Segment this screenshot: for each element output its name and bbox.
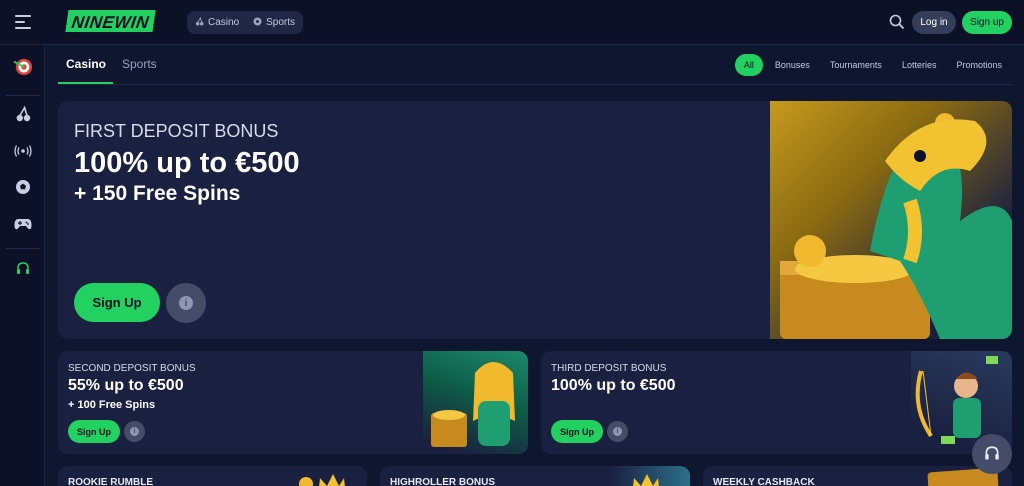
tab-sports[interactable]: Sports bbox=[122, 57, 157, 71]
live-broadcast-icon[interactable] bbox=[13, 141, 33, 161]
third-deposit-card[interactable]: THIRD DEPOSIT BONUS 100% up to €500 Sign… bbox=[541, 351, 1012, 454]
hero-info-button[interactable]: i bbox=[166, 283, 206, 323]
card-info-button[interactable]: i bbox=[607, 421, 628, 442]
card-info-button[interactable]: i bbox=[124, 421, 145, 442]
filter-bonuses[interactable]: Bonuses bbox=[765, 54, 820, 76]
promo-card-rookie-rumble[interactable]: ROOKIE RUMBLE bbox=[58, 466, 367, 486]
signup-button[interactable]: Sign up bbox=[962, 11, 1012, 34]
login-button[interactable]: Log in bbox=[912, 11, 956, 34]
sidebar-divider bbox=[6, 248, 40, 249]
search-icon[interactable] bbox=[889, 14, 905, 30]
menu-icon[interactable] bbox=[15, 15, 31, 29]
filter-tournaments[interactable]: Tournaments bbox=[820, 54, 892, 76]
second-deposit-card[interactable]: SECOND DEPOSIT BONUS 55% up to €500 + 10… bbox=[58, 351, 528, 454]
card-title: 100% up to €500 bbox=[551, 377, 676, 394]
gamepad-icon[interactable] bbox=[13, 214, 33, 234]
hero-title: 100% up to €500 bbox=[74, 147, 300, 179]
hero-banner: FIRST DEPOSIT BONUS 100% up to €500 + 15… bbox=[58, 101, 1012, 339]
hero-signup-button[interactable]: Sign Up bbox=[74, 283, 160, 322]
highroller-illustration bbox=[610, 466, 690, 486]
tab-divider bbox=[58, 84, 1013, 85]
promo-card-title: ROOKIE RUMBLE bbox=[68, 477, 153, 486]
promo-card-weekly-cashback[interactable]: WEEKLY CASHBACK bbox=[703, 466, 1012, 486]
soccer-ball-icon[interactable] bbox=[13, 177, 33, 197]
promo-card-highroller[interactable]: HIGHROLLER BONUS bbox=[380, 466, 690, 486]
card-kicker: THIRD DEPOSIT BONUS bbox=[551, 363, 667, 374]
sidebar bbox=[0, 45, 45, 486]
sidebar-divider bbox=[6, 95, 40, 96]
top-nav-casino-label: Casino bbox=[208, 17, 240, 28]
info-icon: i bbox=[613, 427, 622, 436]
top-bar: NINEWIN Casino Sports Log in Sign up bbox=[0, 0, 1024, 45]
logo[interactable]: NINEWIN bbox=[65, 10, 156, 32]
cherry-icon[interactable] bbox=[13, 104, 33, 124]
dragon-treasure-illustration bbox=[770, 101, 1012, 339]
crown-icon bbox=[299, 474, 345, 486]
filter-promotions[interactable]: Promotions bbox=[946, 54, 1012, 76]
tab-casino[interactable]: Casino bbox=[66, 57, 106, 71]
top-nav-sports[interactable]: Sports bbox=[253, 17, 295, 28]
hero-kicker: FIRST DEPOSIT BONUS bbox=[74, 121, 279, 141]
headset-icon[interactable] bbox=[13, 259, 33, 279]
card-subtitle: + 100 Free Spins bbox=[68, 399, 156, 411]
support-chat-button[interactable] bbox=[972, 434, 1012, 474]
dart-target-icon[interactable] bbox=[13, 57, 33, 77]
soccer-ball-icon bbox=[253, 17, 262, 28]
top-nav-sports-label: Sports bbox=[266, 17, 296, 28]
card-title: 55% up to €500 bbox=[68, 377, 184, 394]
promo-card-title: HIGHROLLER BONUS bbox=[390, 477, 495, 486]
cherry-icon bbox=[195, 16, 204, 28]
headset-icon bbox=[985, 446, 999, 460]
info-icon: i bbox=[130, 427, 139, 436]
top-nav: Casino Sports bbox=[187, 11, 304, 34]
treasure-girl-illustration bbox=[423, 351, 528, 454]
info-icon: i bbox=[179, 296, 193, 310]
filter-all[interactable]: All bbox=[734, 54, 763, 76]
card-kicker: SECOND DEPOSIT BONUS bbox=[68, 363, 196, 374]
filter-lotteries[interactable]: Lotteries bbox=[892, 54, 947, 76]
card-signup-button[interactable]: Sign Up bbox=[68, 420, 120, 443]
promo-filters: All Bonuses Tournaments Lotteries Promot… bbox=[734, 54, 1012, 76]
hero-subtitle: + 150 Free Spins bbox=[74, 182, 241, 205]
card-signup-button[interactable]: Sign Up bbox=[551, 420, 603, 443]
promo-card-title: WEEKLY CASHBACK bbox=[713, 477, 815, 486]
top-nav-casino[interactable]: Casino bbox=[195, 16, 240, 28]
